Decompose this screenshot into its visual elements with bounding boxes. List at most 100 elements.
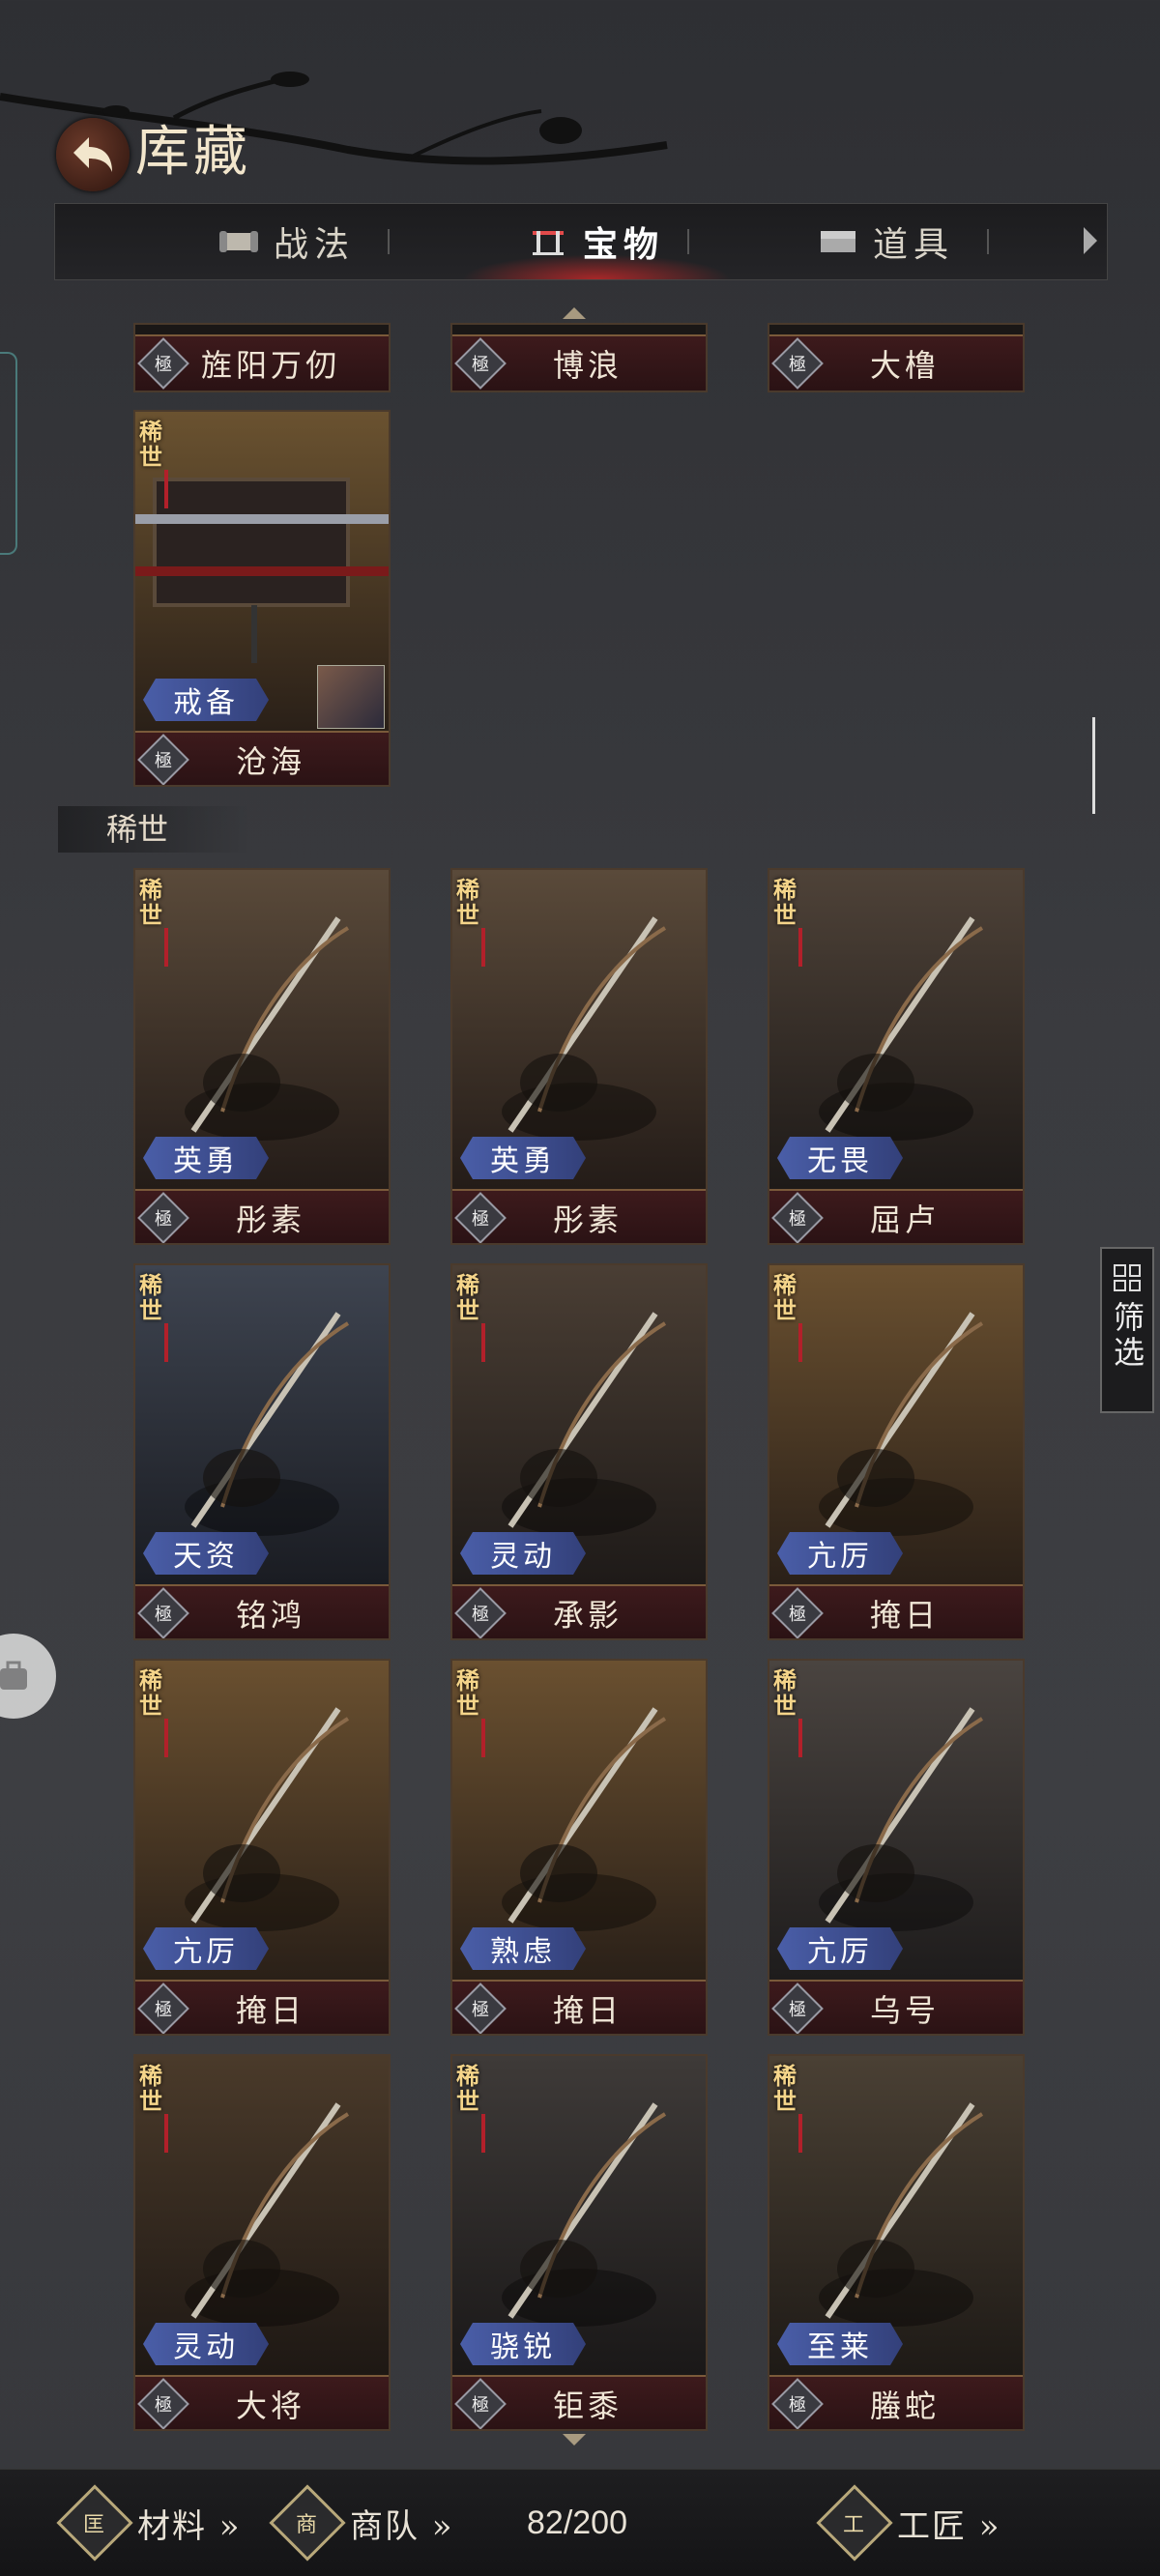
treasure-card[interactable]: 稀世 无畏極 屈卢 [768, 868, 1025, 1245]
card-name-bar: 極 彤素 [452, 1189, 706, 1243]
treasure-card[interactable]: 稀世至莱極 螣蛇 [768, 2054, 1025, 2431]
card-name: 彤素 [552, 1201, 623, 1238]
floating-assistant-button[interactable] [0, 1634, 56, 1719]
inventory-count: 82/200 [527, 2504, 627, 2541]
card-name: 旌阳万仞 [200, 347, 340, 384]
materials-button[interactable]: 匡 材料 » [56, 2470, 242, 2576]
tassel-decoration [798, 928, 802, 967]
category-tabs: 战法 宝物 道具 [54, 203, 1108, 280]
treasure-card[interactable]: 稀世 熟虑極 掩日 [450, 1659, 708, 2036]
card-name-bar: 極 沧海 [135, 731, 389, 785]
scroll-down-indicator-icon [563, 2434, 586, 2446]
card-name: 彤素 [235, 1201, 305, 1238]
tassel-decoration [798, 1719, 802, 1757]
filter-label: 筛选 [1109, 1301, 1146, 1371]
trait-badge: 骁锐 [460, 2323, 586, 2365]
rarity-badge: 稀世 [139, 2062, 162, 2115]
scroll-icon [218, 231, 258, 252]
treasure-card[interactable]: 稀世 英勇極 彤素 [133, 868, 391, 1245]
rarity-badge: 稀世 [456, 1271, 479, 1324]
tab-divider [388, 229, 390, 254]
tassel-decoration [481, 1323, 485, 1362]
treasure-card[interactable]: 稀世 亢厉極 乌号 [768, 1659, 1025, 2036]
tab-tactics[interactable]: 战法 [171, 204, 403, 279]
trait-badge: 灵动 [143, 2323, 269, 2365]
treasure-card[interactable]: 稀世 英勇極 彤素 [450, 868, 708, 1245]
tab-items[interactable]: 道具 [770, 204, 1002, 279]
treasure-card[interactable]: 稀世 亢厉極 掩日 [133, 1659, 391, 2036]
rarity-badge: 稀世 [773, 1271, 797, 1324]
treasure-card[interactable]: 稀世 天资極 铭鸿 [133, 1263, 391, 1640]
tassel-decoration [164, 470, 168, 508]
grade-glyph: 極 [789, 2395, 806, 2416]
grade-glyph: 極 [789, 1605, 806, 1625]
card-name-bar: 極 大将 [135, 2375, 389, 2429]
card-name-bar: 極 大橹 [769, 334, 1023, 391]
card-name-bar: 極 掩日 [769, 1584, 1023, 1638]
back-button[interactable] [56, 118, 130, 191]
craftsman-icon: 工 [816, 2484, 893, 2562]
craftsman-label: 工匠 » [897, 2506, 1001, 2546]
trait-badge: 至莱 [777, 2323, 903, 2365]
tab-divider [687, 229, 689, 254]
grade-glyph: 極 [472, 1605, 489, 1625]
caravan-button[interactable]: 商 商队 » [269, 2470, 454, 2576]
craftsman-button[interactable]: 工 工匠 » [816, 2470, 1001, 2576]
caravan-glyph: 商 [295, 2512, 320, 2537]
rarity-badge: 稀世 [139, 1666, 162, 1720]
treasure-card[interactable]: 稀世亢厉極 掩日 [768, 1263, 1025, 1640]
treasure-card[interactable]: 稀世 骁锐極 钜黍 [450, 2054, 708, 2431]
trait-badge: 英勇 [143, 1137, 269, 1179]
grade-glyph: 極 [789, 1209, 806, 1230]
tabs-next-arrow-icon[interactable] [1084, 227, 1097, 254]
card-name: 乌号 [869, 1992, 940, 2029]
rarity-badge: 稀世 [773, 2062, 797, 2115]
card-name: 铭鸿 [235, 1597, 305, 1634]
tassel-decoration [164, 928, 168, 967]
trait-badge: 亢厉 [143, 1927, 269, 1970]
grade-glyph: 極 [789, 355, 806, 375]
grade-glyph: 極 [155, 1209, 172, 1230]
craftsman-glyph: 工 [842, 2512, 867, 2537]
card-name: 螣蛇 [869, 2388, 940, 2424]
trait-badge: 熟虑 [460, 1927, 586, 1970]
rarity-badge: 稀世 [139, 418, 162, 471]
card-name: 屈卢 [869, 1201, 940, 1238]
filter-button[interactable]: 筛选 [1100, 1247, 1154, 1413]
tab-treasures[interactable]: 宝物 [471, 204, 722, 279]
scrollbar[interactable] [1092, 717, 1095, 814]
grade-glyph: 極 [155, 2000, 172, 2020]
tassel-decoration [798, 2114, 802, 2153]
card-name-bar: 極 螣蛇 [769, 2375, 1023, 2429]
card-name-bar: 極 旌阳万仞 [135, 334, 389, 391]
tab-divider [987, 229, 989, 254]
treasure-card-partial[interactable]: 極 旌阳万仞 [133, 323, 391, 392]
treasure-card-featured[interactable]: 稀世 戒备 極 沧海 [133, 410, 391, 787]
card-name-bar: 極 彤素 [135, 1189, 389, 1243]
header: 库藏 [0, 0, 1160, 193]
tab-treasures-label: 宝物 [582, 224, 664, 265]
grade-glyph: 極 [472, 2000, 489, 2020]
rarity-badge: 稀世 [139, 1271, 162, 1324]
trait-badge: 亢厉 [777, 1532, 903, 1575]
tassel-decoration [798, 1323, 802, 1362]
materials-label: 材料 » [137, 2506, 242, 2546]
treasure-card-partial[interactable]: 極 大橹 [768, 323, 1025, 392]
materials-icon: 匡 [56, 2484, 133, 2562]
treasure-card[interactable]: 稀世 灵动極 承影 [450, 1263, 708, 1640]
card-name: 掩日 [552, 1992, 623, 2029]
treasure-card-partial[interactable]: 極 博浪 [450, 323, 708, 392]
card-name: 沧海 [235, 743, 305, 780]
grade-glyph: 極 [472, 2395, 489, 2416]
rarity-badge: 稀世 [773, 1666, 797, 1720]
rarity-badge: 稀世 [456, 2062, 479, 2115]
bag-icon [0, 1661, 27, 1690]
tassel-decoration [481, 1719, 485, 1757]
trait-badge: 亢厉 [777, 1927, 903, 1970]
grade-glyph: 極 [155, 355, 172, 375]
tab-items-label: 道具 [872, 225, 954, 265]
side-drawer-handle[interactable] [0, 352, 17, 555]
rarity-badge: 稀世 [773, 876, 797, 929]
treasure-card[interactable]: 稀世灵动極 大将 [133, 2054, 391, 2431]
card-name-bar: 極 屈卢 [769, 1189, 1023, 1243]
